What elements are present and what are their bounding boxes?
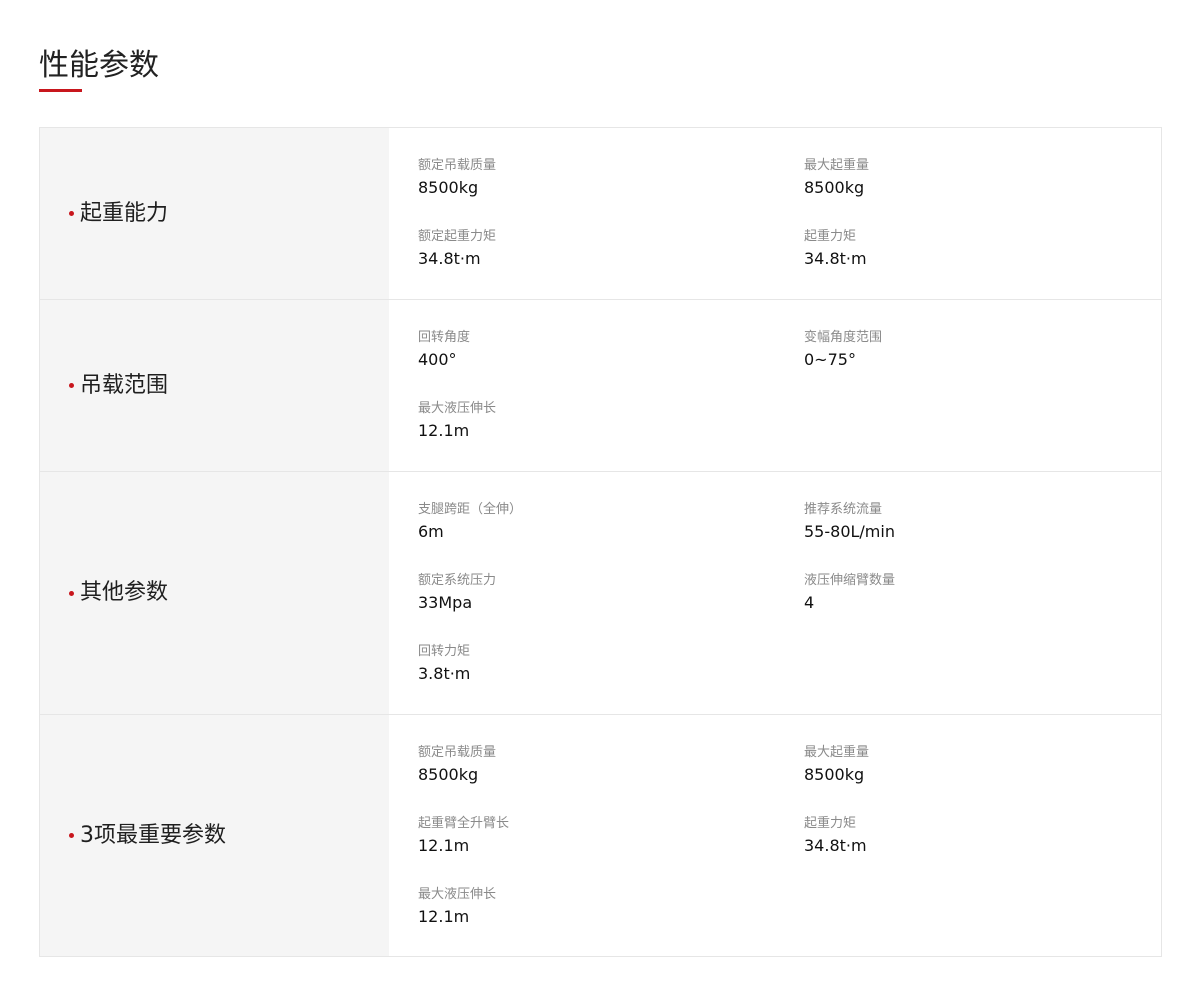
title-underline xyxy=(39,89,82,92)
row-label-cell: 其他参数 xyxy=(40,472,389,714)
spec-row-other-params: 其他参数 支腿跨距（全伸） 6m 推荐系统流量 55-80L/min 额定系统压… xyxy=(40,471,1161,714)
param-name: 回转力矩 xyxy=(418,644,471,659)
param-item: 推荐系统流量 55-80L/min xyxy=(804,501,1161,572)
param-value: 8500kg xyxy=(804,765,865,784)
row-label: 吊载范围 xyxy=(80,372,169,398)
bullet-dot-icon xyxy=(69,590,74,596)
param-name: 额定吊载质量 xyxy=(418,158,497,173)
param-value: 12.1m xyxy=(418,836,470,855)
param-item: 起重力矩 34.8t·m xyxy=(804,228,1161,299)
param-name: 最大液压伸长 xyxy=(418,401,497,416)
param-item: 最大液压伸长 12.1m xyxy=(418,400,804,471)
param-name: 额定系统压力 xyxy=(418,573,497,588)
param-value: 12.1m xyxy=(418,907,470,926)
param-value: 33Mpa xyxy=(418,593,473,612)
param-item: 支腿跨距（全伸） 6m xyxy=(418,501,804,572)
row-label-cell: 3项最重要参数 xyxy=(40,715,389,956)
row-values: 额定吊载质量 8500kg 最大起重量 8500kg 额定起重力矩 34.8t·… xyxy=(389,128,1161,299)
row-label-cell: 吊载范围 xyxy=(40,300,389,471)
param-name: 最大液压伸长 xyxy=(418,887,497,902)
param-name: 支腿跨距（全伸） xyxy=(418,502,523,517)
spec-row-top-3-params: 3项最重要参数 额定吊载质量 8500kg 最大起重量 8500kg 起重臂全升… xyxy=(40,714,1161,956)
param-value: 34.8t·m xyxy=(804,836,867,855)
spec-table: 起重能力 额定吊载质量 8500kg 最大起重量 8500kg 额定起重力矩 3… xyxy=(39,127,1162,957)
param-name: 变幅角度范围 xyxy=(804,330,883,345)
row-values: 回转角度 400° 变幅角度范围 0~75° 最大液压伸长 12.1m xyxy=(389,300,1161,471)
bullet-dot-icon xyxy=(69,833,74,838)
param-item: 最大起重量 8500kg xyxy=(804,744,1161,815)
param-value: 8500kg xyxy=(418,178,479,197)
row-label-cell: 起重能力 xyxy=(40,128,389,299)
param-name: 回转角度 xyxy=(418,330,471,345)
page-title: 性能参数 xyxy=(39,48,159,83)
param-name: 起重力矩 xyxy=(804,816,857,831)
param-value: 34.8t·m xyxy=(418,249,481,268)
param-value: 34.8t·m xyxy=(804,249,867,268)
row-label: 起重能力 xyxy=(80,200,169,226)
bullet-dot-icon xyxy=(69,383,74,388)
param-name: 起重力矩 xyxy=(804,229,857,244)
param-value: 55-80L/min xyxy=(804,522,895,541)
param-item: 额定系统压力 33Mpa xyxy=(418,572,804,643)
param-item: 额定吊载质量 8500kg xyxy=(418,744,804,815)
param-name: 额定起重力矩 xyxy=(418,229,497,244)
param-name: 液压伸缩臂数量 xyxy=(804,573,896,588)
param-item: 回转角度 400° xyxy=(418,329,804,400)
bullet-dot-icon xyxy=(69,211,74,216)
param-value: 6m xyxy=(418,522,444,541)
param-value: 4 xyxy=(804,593,815,612)
param-item: 额定吊载质量 8500kg xyxy=(418,157,804,228)
param-value: 8500kg xyxy=(804,178,865,197)
row-label: 其他参数 xyxy=(80,580,169,605)
param-item: 起重力矩 34.8t·m xyxy=(804,815,1161,886)
spec-row-lifting-capacity: 起重能力 额定吊载质量 8500kg 最大起重量 8500kg 额定起重力矩 3… xyxy=(40,128,1161,299)
param-item: 液压伸缩臂数量 4 xyxy=(804,572,1161,643)
param-name: 最大起重量 xyxy=(804,745,870,760)
spec-row-lifting-range: 吊载范围 回转角度 400° 变幅角度范围 0~75° 最大液压伸长 12.1m xyxy=(40,299,1161,471)
param-item: 最大液压伸长 12.1m xyxy=(418,886,804,957)
param-item: 变幅角度范围 0~75° xyxy=(804,329,1161,400)
param-item: 额定起重力矩 34.8t·m xyxy=(418,228,804,299)
param-value: 12.1m xyxy=(418,421,470,440)
row-label: 3项最重要参数 xyxy=(80,822,226,848)
param-item: 最大起重量 8500kg xyxy=(804,157,1161,228)
param-item: 起重臂全升臂长 12.1m xyxy=(418,815,804,886)
param-name: 最大起重量 xyxy=(804,158,870,173)
param-name: 推荐系统流量 xyxy=(804,502,883,517)
param-value: 400° xyxy=(418,350,457,369)
param-item: 回转力矩 3.8t·m xyxy=(418,643,804,714)
param-name: 起重臂全升臂长 xyxy=(418,816,510,831)
row-values: 额定吊载质量 8500kg 最大起重量 8500kg 起重臂全升臂长 12.1m… xyxy=(389,715,1161,956)
param-name: 额定吊载质量 xyxy=(418,745,497,760)
param-value: 0~75° xyxy=(804,350,856,369)
row-values: 支腿跨距（全伸） 6m 推荐系统流量 55-80L/min 额定系统压力 33M… xyxy=(389,472,1161,714)
param-value: 8500kg xyxy=(418,765,479,784)
param-value: 3.8t·m xyxy=(418,664,471,683)
